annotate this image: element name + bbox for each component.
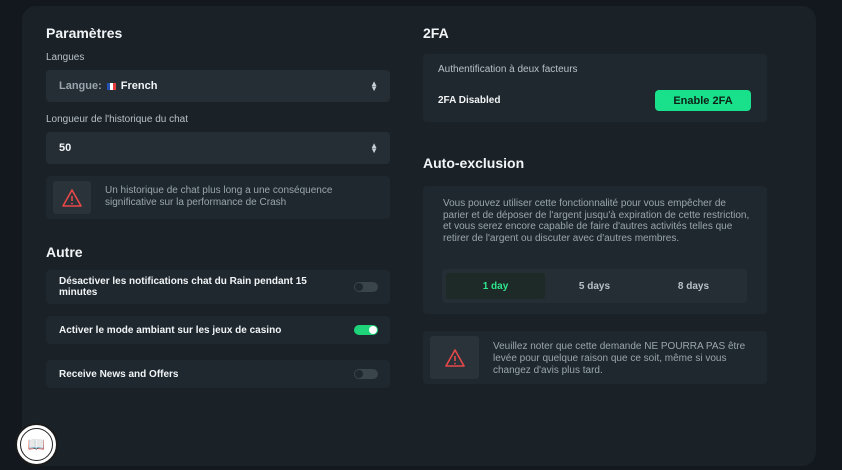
rain-notifications-label: Désactiver les notifications chat du Rai… [59, 276, 307, 298]
warning-triangle-icon [62, 188, 82, 207]
ambient-mode-label: Activer le mode ambiant sur les jeux de … [59, 325, 282, 336]
self-exclusion-title: Auto-exclusion [423, 155, 525, 171]
language-prefix: Langue: [59, 80, 102, 92]
duration-option-8-days[interactable]: 8 days [644, 273, 743, 299]
language-select[interactable]: Langue: French ▲ ▼ [46, 70, 390, 102]
twofa-status: 2FA Disabled [438, 95, 501, 106]
chevron-up-down-icon: ▲ ▼ [370, 141, 378, 155]
history-select[interactable]: 50 ▲ ▼ [46, 132, 390, 164]
ambient-mode-toggle[interactable] [354, 325, 378, 335]
history-value: 50 [59, 142, 72, 154]
ambient-mode-row: Activer le mode ambiant sur les jeux de … [46, 316, 390, 344]
language-label: Langues [46, 52, 85, 63]
warning-triangle-icon [444, 348, 465, 367]
book-seal-icon: 📖 [15, 423, 58, 466]
chat-history-warning-text: Un historique de chat plus long a une co… [105, 185, 333, 208]
duration-option-1-day[interactable]: 1 day [446, 273, 545, 299]
twofa-title: 2FA [423, 25, 449, 41]
enable-2fa-button[interactable]: Enable 2FA [655, 90, 751, 111]
settings-title: Paramètres [46, 25, 123, 41]
warning-icon-box [430, 336, 479, 379]
news-offers-row: Receive News and Offers [46, 360, 390, 388]
duration-option-5-days[interactable]: 5 days [545, 273, 644, 299]
chevron-up-down-icon: ▲ ▼ [370, 79, 378, 93]
twofa-subtitle: Authentification à deux facteurs [438, 64, 578, 75]
self-exclusion-warning-text: Veuillez noter que cette demande NE POUR… [493, 341, 746, 376]
history-label: Longueur de l'historique du chat [46, 114, 189, 125]
book-icon: 📖 [20, 428, 53, 461]
warning-icon-box [53, 181, 91, 214]
rain-notifications-toggle[interactable] [354, 282, 378, 292]
news-offers-toggle[interactable] [354, 369, 378, 379]
exclusion-duration-selector: 1 day 5 days 8 days [442, 269, 747, 303]
self-exclusion-description: Vous pouvez utiliser cette fonctionnalit… [443, 198, 750, 244]
language-value: French [120, 80, 158, 92]
other-title: Autre [46, 244, 83, 260]
news-offers-label: Receive News and Offers [59, 369, 179, 380]
rain-notifications-row: Désactiver les notifications chat du Rai… [46, 270, 390, 304]
france-flag-icon [106, 82, 116, 90]
